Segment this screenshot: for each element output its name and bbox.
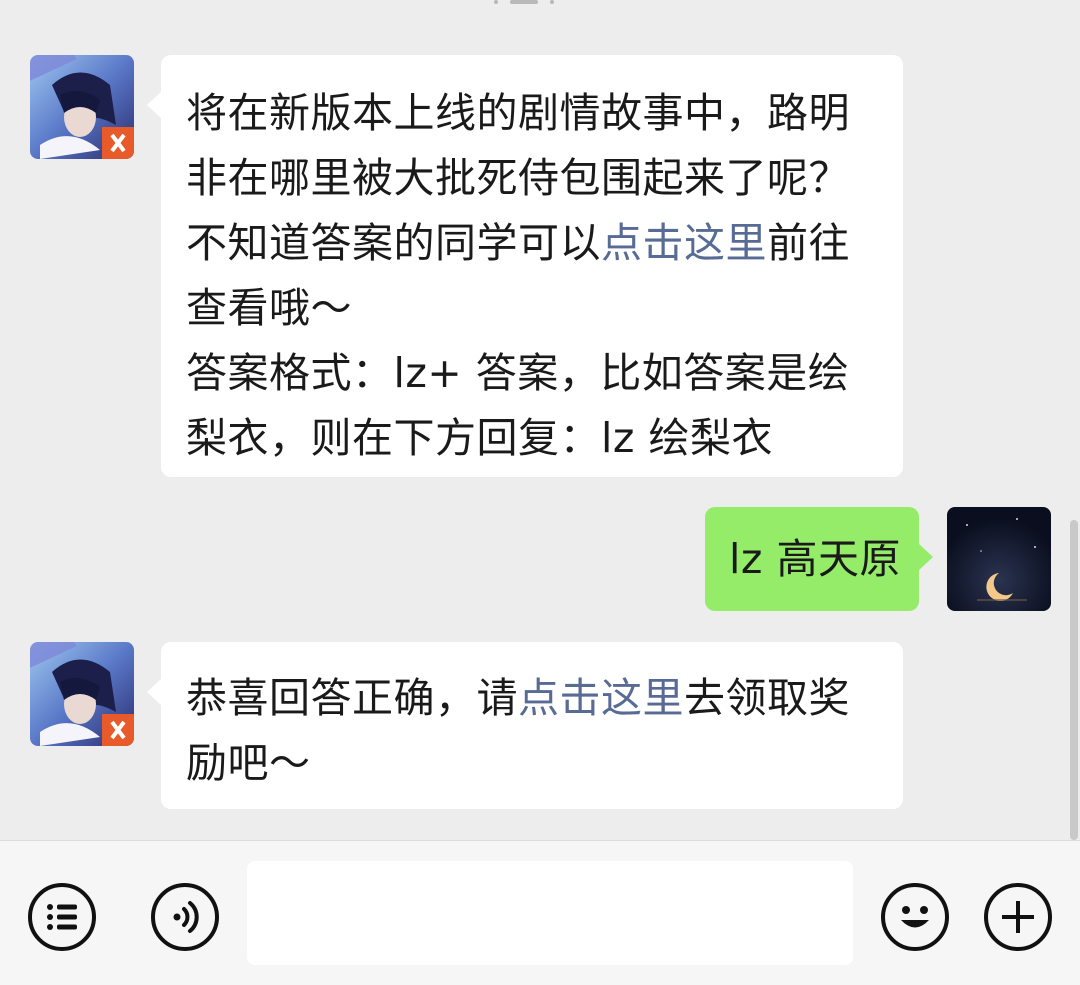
message-input[interactable]	[247, 861, 853, 965]
message-text: lz 高天原	[729, 535, 901, 583]
list-menu-icon[interactable]	[28, 883, 96, 951]
message-line: 恭喜回答正确，请点击这里去领取奖	[186, 674, 850, 722]
moon-avatar-icon[interactable]	[947, 507, 1051, 611]
message-line: 非在哪里被大批死侍包围起来了呢？	[186, 154, 850, 202]
voice-icon[interactable]	[151, 883, 219, 951]
message-line: 答案格式：lz+ 答案，比如答案是绘	[186, 349, 850, 397]
bubble-tail	[147, 91, 162, 119]
message-bubble-bot[interactable]: 恭喜回答正确，请点击这里去领取奖 励吧～	[147, 642, 903, 809]
message-bubble-bot[interactable]: 将在新版本上线的剧情故事中，路明 非在哪里被大批死侍包围起来了呢？ 不知道答案的…	[147, 55, 903, 477]
plus-icon[interactable]	[984, 883, 1052, 951]
chat-scrollbar[interactable]	[1070, 520, 1078, 840]
emoji-icon[interactable]	[881, 883, 949, 951]
message-bubble-user[interactable]: lz 高天原	[705, 507, 933, 611]
message-line: 将在新版本上线的剧情故事中，路明	[186, 89, 850, 137]
message-line: 励吧～	[186, 739, 311, 787]
game-avatar-icon[interactable]	[30, 642, 134, 746]
bubble-tail	[147, 678, 162, 706]
click-here-link[interactable]: 点击这里	[601, 219, 767, 267]
input-bar	[0, 840, 1080, 985]
message-line: 不知道答案的同学可以点击这里前往	[186, 219, 850, 267]
message-line: 查看哦～	[186, 284, 352, 332]
previous-content-fragment	[488, 0, 568, 6]
click-here-link[interactable]: 点击这里	[518, 674, 684, 722]
message-line: 梨衣，则在下方回复：lz 绘梨衣	[186, 414, 773, 462]
game-avatar-icon[interactable]	[30, 55, 134, 159]
bubble-tail	[918, 543, 933, 571]
